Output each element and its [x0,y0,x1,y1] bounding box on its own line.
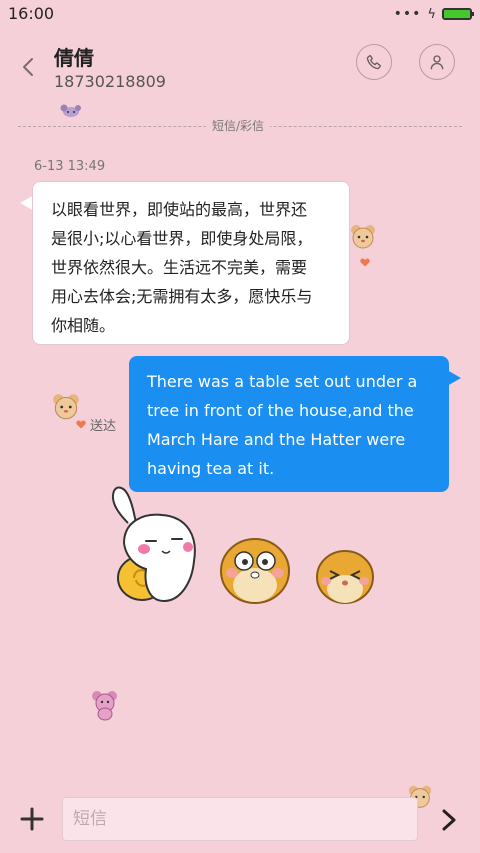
more-dots-icon: ••• [393,6,422,22]
back-arrow-icon[interactable] [18,56,40,78]
channel-label: 短信/彩信 [206,117,271,134]
incoming-message-bubble[interactable]: 以眼看世界，即使站的最高，世界还 是很小;以心看世界，即使身处局限， 世界依然很… [32,181,350,345]
contact-name: 倩倩 [54,46,94,70]
contact-profile-button[interactable] [419,44,455,80]
heart-icon [76,420,86,428]
message-input[interactable] [62,797,418,841]
incoming-message-line: 以眼看世界，即使站的最高，世界还 [51,200,308,219]
hamster-sticker-icon [316,550,374,604]
phone-icon [366,54,381,70]
battery-icon [442,8,474,20]
pink-mouse-sticker-icon [92,691,117,721]
call-button[interactable] [356,44,392,80]
delivery-status: 送达 [76,416,117,434]
status-time: 16:00 [8,4,55,23]
outgoing-bubble-tail [447,370,461,386]
incoming-message-line: 你相随。 [51,316,116,335]
contact-phone: 18730218809 [54,72,166,91]
incoming-message-line: 世界依然很大。生活远不完美，需要 [51,258,308,277]
battery-fill [444,10,470,18]
message-timestamp: 6-13 13:49 [34,159,106,174]
incoming-message-line: 是很小;以心看世界，即使身处局限， [51,229,313,248]
person-icon [430,55,444,70]
send-arrow-icon[interactable] [434,805,464,835]
outgoing-message-line: having tea at it. [147,459,275,478]
rabbit-snail-sticker-icon [112,486,196,603]
hamster-sticker-icon [220,538,290,604]
plus-icon[interactable] [16,803,48,835]
outgoing-message-bubble[interactable]: There was a table set out under a tree i… [129,356,449,492]
delivery-status-text: 送达 [90,418,117,434]
status-bar: 16:00 ••• ϟ [0,0,480,28]
outgoing-message-line: March Hare and the Hatter were [147,430,406,449]
charging-bolt-icon: ϟ [427,6,436,22]
outgoing-message-line: tree in front of the house,and the [147,401,414,420]
outgoing-message-line: There was a table set out under a [147,372,418,391]
heart-icon [360,258,370,267]
compose-bar [0,793,480,853]
mouse-sticker-icon [60,104,81,117]
incoming-message-line: 用心去体会;无需拥有太多，愿快乐与 [51,287,313,306]
bear-sticker-icon [351,225,375,249]
status-icons: ••• ϟ [393,6,474,22]
conversation-header: 倩倩 18730218809 [0,28,480,110]
